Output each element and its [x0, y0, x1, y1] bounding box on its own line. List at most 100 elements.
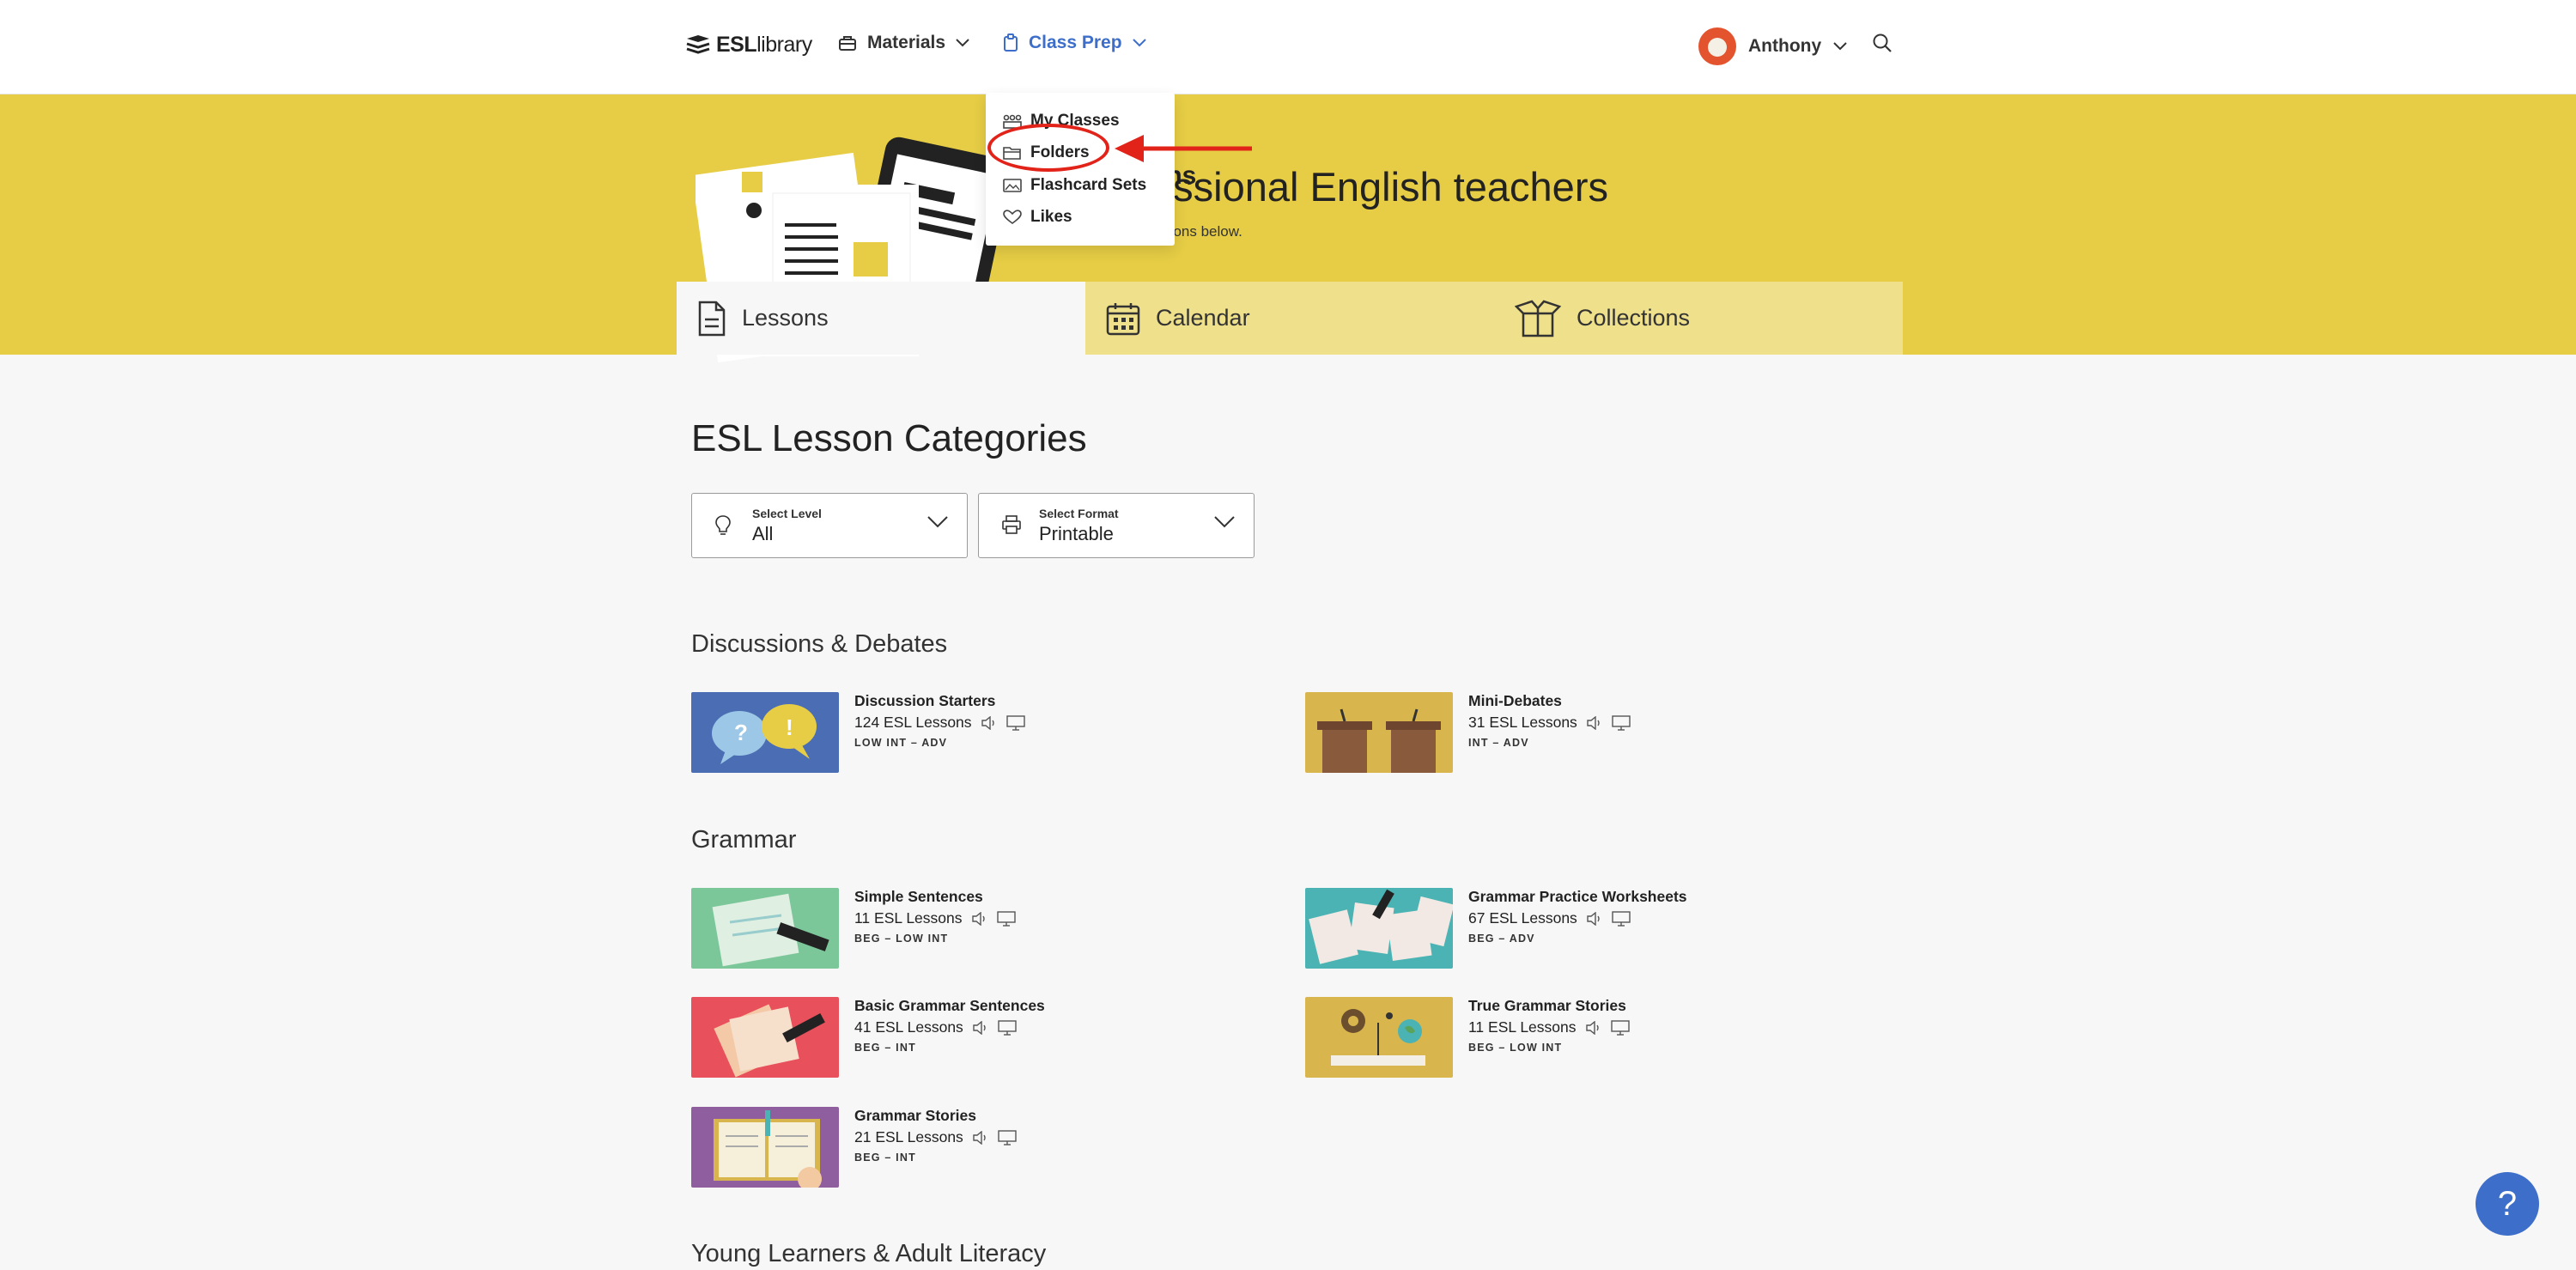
tab-lessons-label: Lessons	[742, 305, 829, 331]
tab-calendar-label: Calendar	[1156, 305, 1250, 331]
thumbnail-simple-sentences	[691, 888, 839, 969]
tab-collections[interactable]: Collections	[1494, 282, 1903, 355]
menu-item-folders[interactable]: Folders	[986, 137, 1175, 170]
category-card[interactable]: Grammar Practice Worksheets 67 ESL Lesso…	[1305, 888, 1906, 969]
card-level: INT – ADV	[1468, 737, 1529, 749]
card-name: Basic Grammar Sentences	[854, 997, 1045, 1014]
calendar-icon	[1106, 302, 1140, 335]
briefcase-icon	[839, 36, 856, 51]
class-prep-dropdown: My Classes Folders Flashcard Sets Likes	[986, 93, 1175, 246]
lightbulb-icon	[715, 515, 731, 535]
menu-item-folders-label: Folders	[1030, 143, 1090, 162]
card-level: LOW INT – ADV	[854, 737, 948, 749]
classes-icon	[1003, 114, 1022, 129]
hero-banner: ons essional English teachers ections be…	[0, 94, 2576, 363]
search-icon	[1873, 33, 1892, 52]
category-card[interactable]: ? ! Discussion Starters 124 ESL Lessons …	[691, 692, 1292, 773]
card-count: 67 ESL Lessons	[1468, 909, 1577, 927]
section-title-discussions: Discussions & Debates	[691, 630, 948, 658]
logo-text-library: library	[756, 33, 812, 57]
monitor-icon	[1612, 714, 1631, 731]
category-card[interactable]: Grammar Stories 21 ESL Lessons BEG – INT	[691, 1107, 1292, 1188]
nav-class-prep[interactable]: Class Prep	[1003, 33, 1146, 53]
speaker-icon	[971, 911, 985, 926]
category-card[interactable]: True Grammar Stories 11 ESL Lessons BEG …	[1305, 997, 1906, 1078]
category-card[interactable]: Basic Grammar Sentences 41 ESL Lessons B…	[691, 997, 1292, 1078]
avatar	[1698, 27, 1736, 65]
logo-icon	[686, 34, 710, 54]
menu-item-likes[interactable]: Likes	[986, 202, 1175, 234]
category-card[interactable]: Mini-Debates 31 ESL Lessons INT – ADV	[1305, 692, 1906, 773]
box-icon	[1515, 300, 1561, 337]
thumbnail-grammar-stories	[691, 1107, 839, 1188]
svg-text:!: !	[786, 714, 793, 740]
help-button[interactable]: ?	[2476, 1172, 2539, 1236]
chevron-down-icon	[956, 39, 969, 47]
format-select-label: Select Format	[1039, 507, 1119, 520]
document-icon	[698, 301, 726, 336]
chevron-down-icon	[927, 516, 948, 528]
thumbnail-mini-debates	[1305, 692, 1453, 773]
card-count: 124 ESL Lessons	[854, 714, 972, 731]
card-level: BEG – ADV	[1468, 933, 1535, 945]
card-count: 11 ESL Lessons	[1468, 1018, 1577, 1036]
card-name: Simple Sentences	[854, 888, 983, 905]
search-button[interactable]	[1872, 33, 1893, 58]
speaker-icon	[973, 1020, 986, 1035]
category-card[interactable]: Simple Sentences 11 ESL Lessons BEG – LO…	[691, 888, 1292, 969]
thumbnail-true-grammar-stories	[1305, 997, 1453, 1078]
thumbnail-basic-grammar-sentences	[691, 997, 839, 1078]
card-count: 21 ESL Lessons	[854, 1128, 963, 1145]
thumbnail-discussion-starters: ? !	[691, 692, 839, 773]
logo-text-bold: ESL	[716, 33, 757, 57]
card-level: BEG – INT	[854, 1042, 916, 1054]
chevron-down-icon	[1214, 516, 1235, 528]
monitor-icon	[1612, 910, 1631, 927]
nav-class-prep-label: Class Prep	[1029, 33, 1122, 52]
content-tabs: Lessons Calendar Collections	[677, 282, 1903, 355]
speaker-icon	[1587, 715, 1600, 730]
card-count: 11 ESL Lessons	[854, 909, 963, 927]
thumbnail-grammar-practice-worksheets	[1305, 888, 1453, 969]
monitor-icon	[998, 1019, 1017, 1036]
folder-icon	[1003, 147, 1021, 161]
nav-materials[interactable]: Materials	[838, 33, 969, 53]
svg-text:?: ?	[734, 720, 748, 745]
section-title-grammar: Grammar	[691, 826, 797, 854]
clipboard-icon	[1004, 33, 1018, 52]
monitor-icon	[998, 1129, 1017, 1145]
esl-library-logo[interactable]: ESLlibrary	[685, 33, 812, 58]
tab-collections-label: Collections	[1577, 305, 1691, 331]
format-select[interactable]: Select Format Printable	[978, 493, 1255, 558]
tab-lessons[interactable]: Lessons	[677, 282, 1085, 355]
user-name: Anthony	[1748, 36, 1822, 56]
chevron-down-icon	[1833, 42, 1847, 51]
speaker-icon	[1585, 1020, 1599, 1035]
menu-item-my-classes[interactable]: My Classes	[986, 105, 1175, 137]
printer-icon	[1002, 515, 1021, 534]
card-level: BEG – LOW INT	[854, 933, 949, 945]
card-name: Grammar Practice Worksheets	[1468, 888, 1687, 905]
card-count: 41 ESL Lessons	[854, 1018, 963, 1036]
tab-calendar[interactable]: Calendar	[1085, 282, 1494, 355]
banner-subtitle: essional English teachers	[1151, 164, 1608, 210]
monitor-icon	[1005, 714, 1025, 731]
menu-item-likes-label: Likes	[1030, 208, 1072, 227]
format-select-value: Printable	[1039, 523, 1114, 544]
speaker-icon	[981, 715, 994, 730]
card-name: True Grammar Stories	[1468, 997, 1626, 1014]
card-name: Discussion Starters	[854, 692, 996, 709]
level-select[interactable]: Select Level All	[691, 493, 968, 558]
level-select-value: All	[752, 523, 774, 544]
level-select-label: Select Level	[752, 507, 822, 520]
nav-materials-label: Materials	[867, 33, 946, 52]
speaker-icon	[973, 1130, 986, 1145]
card-name: Grammar Stories	[854, 1107, 977, 1124]
page-title: ESL Lesson Categories	[691, 417, 1087, 459]
chevron-down-icon	[1132, 39, 1146, 47]
card-level: BEG – LOW INT	[1468, 1042, 1563, 1054]
menu-item-flashcard-sets-label: Flashcard Sets	[1030, 175, 1147, 194]
user-menu[interactable]: Anthony	[1698, 27, 1847, 65]
speaker-icon	[1587, 911, 1600, 926]
menu-item-flashcard-sets[interactable]: Flashcard Sets	[986, 169, 1175, 202]
